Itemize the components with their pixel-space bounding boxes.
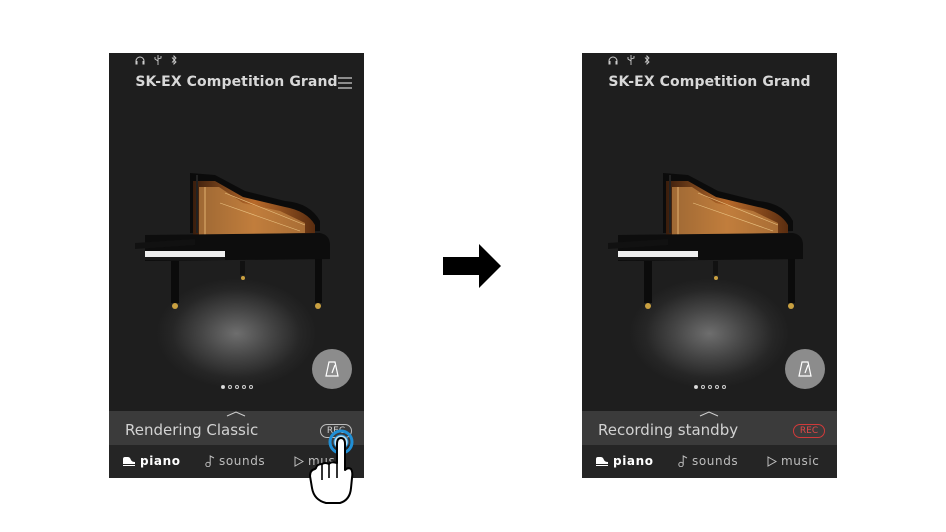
status-icons [608, 55, 650, 65]
play-icon [294, 455, 304, 467]
nav-label-piano: piano [613, 454, 654, 468]
page-dot [241, 385, 246, 389]
nav-label-piano: piano [140, 454, 181, 468]
chevron-up-icon[interactable] [699, 411, 719, 417]
nav-label-sounds: sounds [692, 454, 739, 468]
nav-item-piano[interactable]: piano [595, 454, 654, 468]
grand-piano-image [135, 173, 335, 313]
usb-icon [627, 55, 635, 65]
play-icon [767, 455, 777, 467]
arrow-right-icon [443, 244, 501, 288]
info-text: Rendering Classic [125, 421, 259, 439]
page-dot [721, 385, 726, 389]
bluetooth-icon [171, 55, 177, 65]
page-dot [714, 385, 719, 389]
info-bar: Recording standby REC [582, 411, 837, 445]
nav-label-music: music [781, 454, 820, 468]
rec-button[interactable]: REC [793, 424, 825, 438]
nav-item-piano[interactable]: piano [122, 454, 181, 468]
music-note-icon [678, 455, 688, 467]
nav-label-sounds: sounds [219, 454, 266, 468]
metronome-button[interactable] [312, 349, 352, 389]
metronome-icon [798, 361, 812, 377]
bottom-nav: piano sounds music [582, 445, 837, 478]
piano-icon [123, 456, 135, 466]
page-dot [248, 385, 253, 389]
page-dot [227, 385, 232, 389]
sound-title: SK-EX Competition Grand [135, 74, 338, 90]
metronome-icon [325, 361, 339, 377]
page-dot [234, 385, 239, 389]
tap-hand-icon [309, 429, 354, 504]
page-dot [707, 385, 712, 389]
nav-item-sounds[interactable]: sounds [205, 454, 265, 468]
headphones-icon [608, 56, 618, 64]
app-screen-after: SK-EX Competition Grand Recording standb… [582, 53, 837, 478]
usb-icon [154, 55, 162, 65]
headphones-icon [135, 56, 145, 64]
page-dot [700, 385, 705, 389]
bluetooth-icon [644, 55, 650, 65]
sound-title: SK-EX Competition Grand [608, 74, 811, 90]
app-screen-before: SK-EX Competition Grand Rendering Classi… [109, 53, 364, 478]
grand-piano-image [608, 173, 808, 313]
page-dot [693, 385, 698, 389]
info-text: Recording standby [598, 421, 739, 439]
nav-item-sounds[interactable]: sounds [678, 454, 738, 468]
page-dot [220, 385, 225, 389]
metronome-button[interactable] [785, 349, 825, 389]
piano-icon [596, 456, 608, 466]
menu-icon[interactable] [338, 77, 352, 89]
nav-item-music[interactable]: music [767, 454, 819, 468]
chevron-up-icon[interactable] [226, 411, 246, 417]
music-note-icon [205, 455, 215, 467]
status-icons [135, 55, 177, 65]
